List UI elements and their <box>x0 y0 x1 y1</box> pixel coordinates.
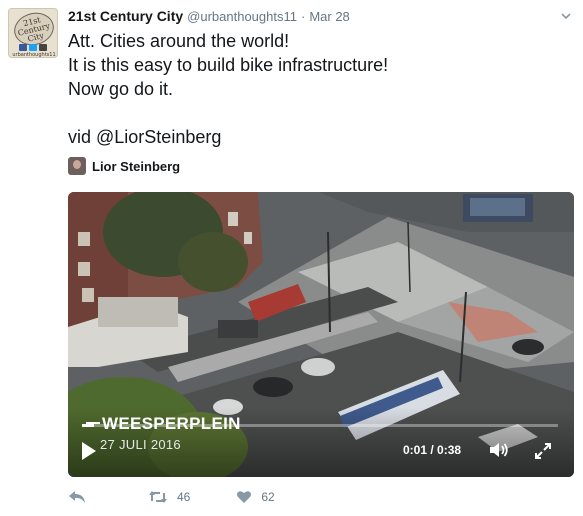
author-avatar[interactable]: 21st Century City urbanthoughts11 <box>8 8 58 58</box>
twitter-icon <box>29 44 37 51</box>
location-dash <box>86 422 100 424</box>
fullscreen-icon[interactable] <box>533 441 553 461</box>
reply-icon <box>69 491 85 503</box>
fullscreen-shape <box>535 443 551 459</box>
reply-button[interactable] <box>68 490 88 504</box>
video-progress-fill <box>82 424 95 427</box>
video-time: 0:01 / 0:38 <box>403 443 462 457</box>
avatar-social-icons <box>19 44 47 51</box>
author-handle[interactable]: @urbanthoughts11 <box>187 9 297 24</box>
video-location-date: 27 JULI 2016 <box>100 437 181 452</box>
tweet-date[interactable]: Mar 28 <box>309 9 349 24</box>
tweet-text-line: It is this easy to build bike infrastruc… <box>68 55 389 75</box>
like-button[interactable]: 62 <box>236 490 275 504</box>
play-icon[interactable] <box>82 442 96 460</box>
video-location-title: WEESPERPLEIN <box>102 414 241 433</box>
facebook-icon <box>19 44 27 51</box>
camera-icon <box>39 44 47 51</box>
avatar-logo-text: 21st Century City <box>11 13 57 46</box>
volume-icon[interactable] <box>488 441 510 459</box>
tweet-text: Att. Cities around the world! It is this… <box>68 29 388 149</box>
avatar-handle: urbanthoughts11 <box>12 52 56 58</box>
tweet-actions: 46 62 <box>68 487 275 507</box>
tweet-header: 21st Century City @urbanthoughts11 · Mar… <box>68 8 350 26</box>
video-attribution[interactable]: Lior Steinberg <box>68 157 180 175</box>
author-name[interactable]: 21st Century City <box>68 8 183 24</box>
like-count: 62 <box>261 490 275 504</box>
retweet-count: 46 <box>177 490 191 504</box>
separator-dot: · <box>300 9 306 24</box>
volume-shape <box>490 443 508 457</box>
heart-icon <box>237 491 252 503</box>
tweet-text-line: Att. Cities around the world! <box>68 31 290 51</box>
video-player[interactable]: WEESPERPLEIN 27 JULI 2016 0:01 / 0:38 <box>68 192 574 477</box>
tweet-text-line <box>68 101 388 125</box>
tweet-text-line: Now go do it. <box>68 79 174 99</box>
tweet-text-line: vid @LiorSteinberg <box>68 127 222 147</box>
attribution-avatar <box>68 157 86 175</box>
chevron-down-icon[interactable] <box>557 9 575 27</box>
attribution-name[interactable]: Lior Steinberg <box>92 159 180 174</box>
retweet-button[interactable]: 46 <box>148 490 190 504</box>
retweet-icon <box>149 491 167 503</box>
chevron-down-shape <box>561 13 571 20</box>
